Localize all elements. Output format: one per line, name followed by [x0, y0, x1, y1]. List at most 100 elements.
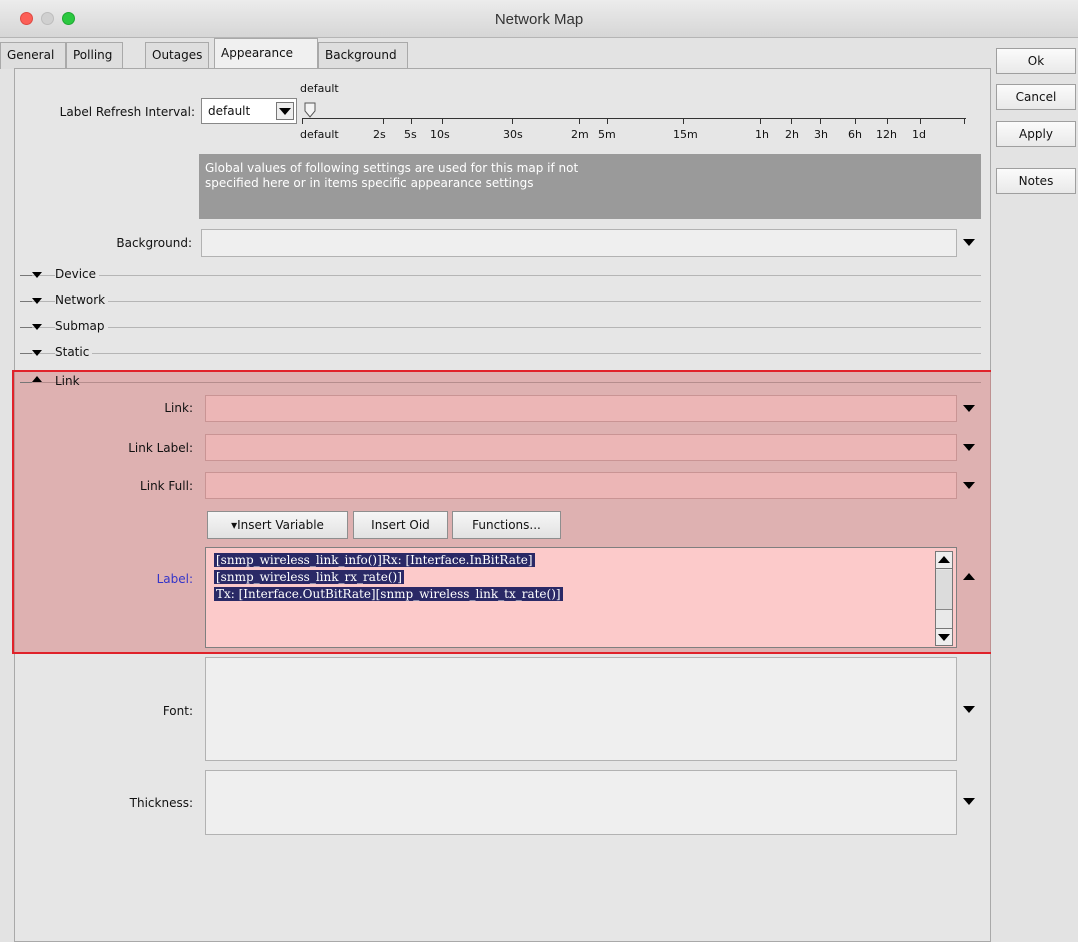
slider-tick [855, 118, 856, 124]
functions-button[interactable]: Functions... [452, 511, 561, 539]
scroll-up-button[interactable] [936, 552, 952, 569]
slider-tick [302, 118, 303, 124]
window-title: Network Map [494, 11, 584, 28]
slider-tick [683, 118, 684, 124]
refresh-interval-label: Label Refresh Interval: [59, 105, 195, 119]
slider-tick-label: 2h [785, 128, 799, 141]
global-settings-info: Global values of following settings are … [199, 154, 981, 219]
thickness-field[interactable] [205, 770, 957, 835]
slider-tick-label: 5m [598, 128, 616, 141]
slider-tick [820, 118, 821, 124]
tab-appearance[interactable]: Appearance [214, 38, 318, 69]
expand-arrow-icon[interactable] [32, 350, 42, 356]
scroll-down-button[interactable] [936, 628, 952, 645]
slider-tick-label: 30s [503, 128, 523, 141]
tab-background[interactable]: Background [318, 42, 408, 69]
link-full-dropdown-icon[interactable] [963, 482, 975, 489]
thickness-label: Thickness: [129, 796, 193, 810]
section-device[interactable]: Device [20, 267, 981, 283]
scroll-up-icon [938, 556, 950, 563]
cancel-button[interactable]: Cancel [996, 84, 1076, 110]
slider-track [302, 118, 966, 119]
insert-variable-button[interactable]: ▾Insert Variable [207, 511, 348, 539]
scroll-down-icon [938, 634, 950, 641]
slider-tick [579, 118, 580, 124]
label-textarea[interactable]: [snmp_wireless_link_info()]Rx: [Interfac… [205, 547, 957, 648]
tab-general[interactable]: General [0, 42, 66, 69]
slider-tick-label: 1d [912, 128, 926, 141]
dropdown-button[interactable] [276, 102, 294, 120]
thickness-dropdown-icon[interactable] [963, 798, 975, 805]
slider-tick-label: 12h [876, 128, 897, 141]
slider-tick [607, 118, 608, 124]
font-field[interactable] [205, 657, 957, 761]
section-link-label: Link [55, 374, 80, 388]
link-label-label: Link Label: [128, 441, 193, 455]
slider-tick-label: 6h [848, 128, 862, 141]
expand-arrow-icon[interactable] [32, 324, 42, 330]
slider-tick [383, 118, 384, 124]
slider-tick-label: 2s [373, 128, 386, 141]
label-field-label: Label: [156, 572, 193, 586]
info-text: Global values of following settings are … [205, 161, 579, 190]
slider-tick-label: 15m [673, 128, 698, 141]
font-label: Font: [162, 704, 193, 718]
link-label: Link: [164, 401, 193, 415]
slider-tick [442, 118, 443, 124]
slider-tick [411, 118, 412, 124]
section-static[interactable]: Static [20, 345, 981, 361]
section-submap[interactable]: Submap [20, 319, 981, 335]
refresh-interval-select[interactable]: default [201, 98, 297, 124]
slider-tick-label: 1h [755, 128, 769, 141]
slider-tick-label: 2m [571, 128, 589, 141]
section-static-label: Static [55, 345, 93, 359]
label-collapse-icon[interactable] [963, 573, 975, 580]
notes-button[interactable]: Notes [996, 168, 1076, 194]
slider-tick-label: 3h [814, 128, 828, 141]
section-device-label: Device [55, 267, 100, 281]
section-submap-label: Submap [55, 319, 108, 333]
slider-tick [887, 118, 888, 124]
section-network-label: Network [55, 293, 109, 307]
apply-button[interactable]: Apply [996, 121, 1076, 147]
label-line: [snmp_wireless_link_info()]Rx: [Interfac… [214, 553, 535, 567]
link-full-field[interactable] [205, 472, 957, 499]
title-bar: Network Map [0, 0, 1078, 38]
link-full-label: Link Full: [140, 479, 193, 493]
background-dropdown-icon[interactable] [963, 239, 975, 246]
background-label: Background: [116, 236, 192, 250]
slider-tick [920, 118, 921, 124]
slider-tick-label: 10s [430, 128, 450, 141]
slider-tick [512, 118, 513, 124]
slider-tick-label: 5s [404, 128, 417, 141]
refresh-interval-slider[interactable]: default default 2s 5s 10s 30s 2m 5m 15m … [300, 80, 980, 144]
link-label-dropdown-icon[interactable] [963, 444, 975, 451]
slider-tick-label: default [300, 128, 339, 141]
link-field[interactable] [205, 395, 957, 422]
section-link[interactable]: Link [20, 374, 981, 390]
ok-button[interactable]: Ok [996, 48, 1076, 74]
dialog-buttons: Ok Cancel Apply Notes [991, 38, 1078, 942]
expand-arrow-icon[interactable] [32, 298, 42, 304]
tab-polling[interactable]: Polling [66, 42, 123, 69]
font-dropdown-icon[interactable] [963, 706, 975, 713]
scroll-thumb[interactable] [936, 570, 952, 610]
tab-outages[interactable]: Outages [145, 42, 209, 69]
background-field[interactable] [201, 229, 957, 257]
section-network[interactable]: Network [20, 293, 981, 309]
chevron-down-icon [279, 108, 291, 115]
slider-tick [964, 118, 965, 124]
label-scrollbar[interactable] [935, 551, 953, 646]
slider-tick [791, 118, 792, 124]
slider-tick [760, 118, 761, 124]
expand-arrow-icon[interactable] [32, 272, 42, 278]
link-dropdown-icon[interactable] [963, 405, 975, 412]
insert-oid-button[interactable]: Insert Oid [353, 511, 448, 539]
refresh-interval-value: default [208, 104, 251, 118]
label-line: [snmp_wireless_link_rx_rate()] [214, 570, 404, 584]
collapse-arrow-icon[interactable] [32, 376, 42, 382]
label-line: Tx: [Interface.OutBitRate][snmp_wireless… [214, 587, 563, 601]
slider-thumb[interactable] [304, 102, 316, 118]
label-text[interactable]: [snmp_wireless_link_info()]Rx: [Interfac… [214, 552, 563, 603]
link-label-field[interactable] [205, 434, 957, 461]
